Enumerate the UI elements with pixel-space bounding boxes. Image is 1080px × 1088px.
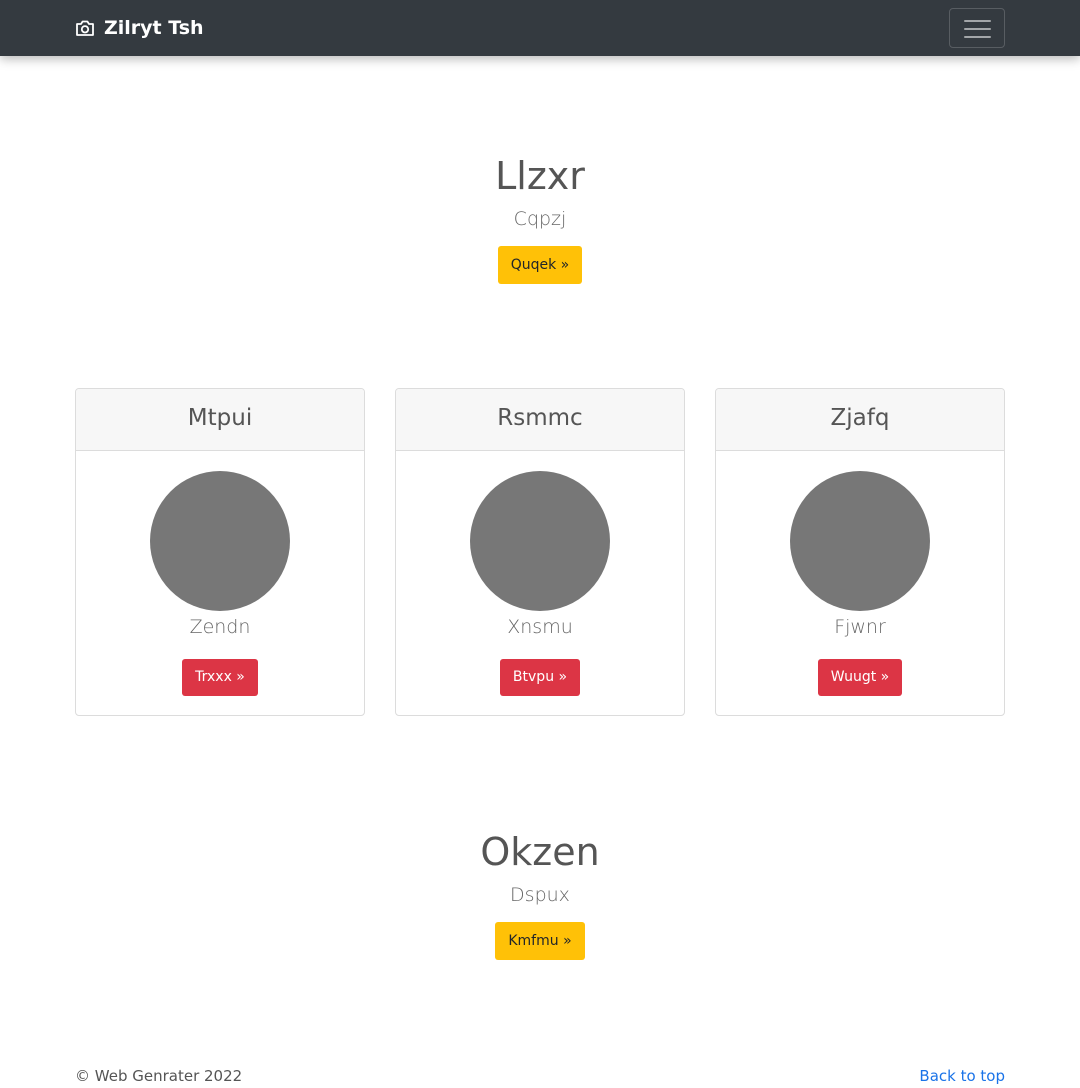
card-body: Fjwnr Wuugt » [716, 471, 1004, 696]
card-text: Xnsmu [507, 616, 573, 638]
card-body: Zendn Trxxx » [76, 471, 364, 696]
card-body: Xnsmu Btvpu » [396, 471, 684, 696]
brand-link[interactable]: Zilryt Tsh [75, 15, 204, 41]
avatar-placeholder [790, 471, 930, 611]
card-text: Zendn [189, 616, 251, 638]
card-header: Mtpui [76, 389, 364, 451]
navbar-toggler-button[interactable] [949, 8, 1005, 48]
card-button[interactable]: Btvpu » [499, 659, 581, 696]
hero-button[interactable]: Quqek » [497, 245, 583, 284]
avatar-placeholder [470, 471, 610, 611]
hero-section: Llzxr Cqpzj Quqek » [0, 154, 1080, 284]
card-header: Rsmmc [396, 389, 684, 451]
section-title: Okzen [480, 830, 600, 874]
copyright-text: © Web Genrater 2022 [75, 1067, 243, 1085]
navbar: Zilryt Tsh [0, 0, 1080, 56]
card-mtpui: Mtpui Zendn Trxxx » [75, 388, 365, 716]
camera-icon [75, 19, 95, 37]
avatar-placeholder [150, 471, 290, 611]
section-button[interactable]: Kmfmu » [495, 921, 585, 960]
card-header: Zjafq [716, 389, 1004, 451]
card-button[interactable]: Trxxx » [182, 659, 258, 696]
hero-title: Llzxr [495, 154, 585, 198]
card-text: Fjwnr [834, 616, 886, 638]
card-zjafq: Zjafq Fjwnr Wuugt » [715, 388, 1005, 716]
section-subtitle: Dspux [510, 883, 570, 906]
secondary-section: Okzen Dspux Kmfmu » [0, 830, 1080, 960]
hero-subtitle: Cqpzj [513, 207, 567, 230]
card-rsmmc: Rsmmc Xnsmu Btvpu » [395, 388, 685, 716]
brand-name: Zilryt Tsh [104, 17, 204, 39]
back-to-top-link[interactable]: Back to top [919, 1067, 1005, 1085]
card-button[interactable]: Wuugt » [817, 659, 903, 696]
